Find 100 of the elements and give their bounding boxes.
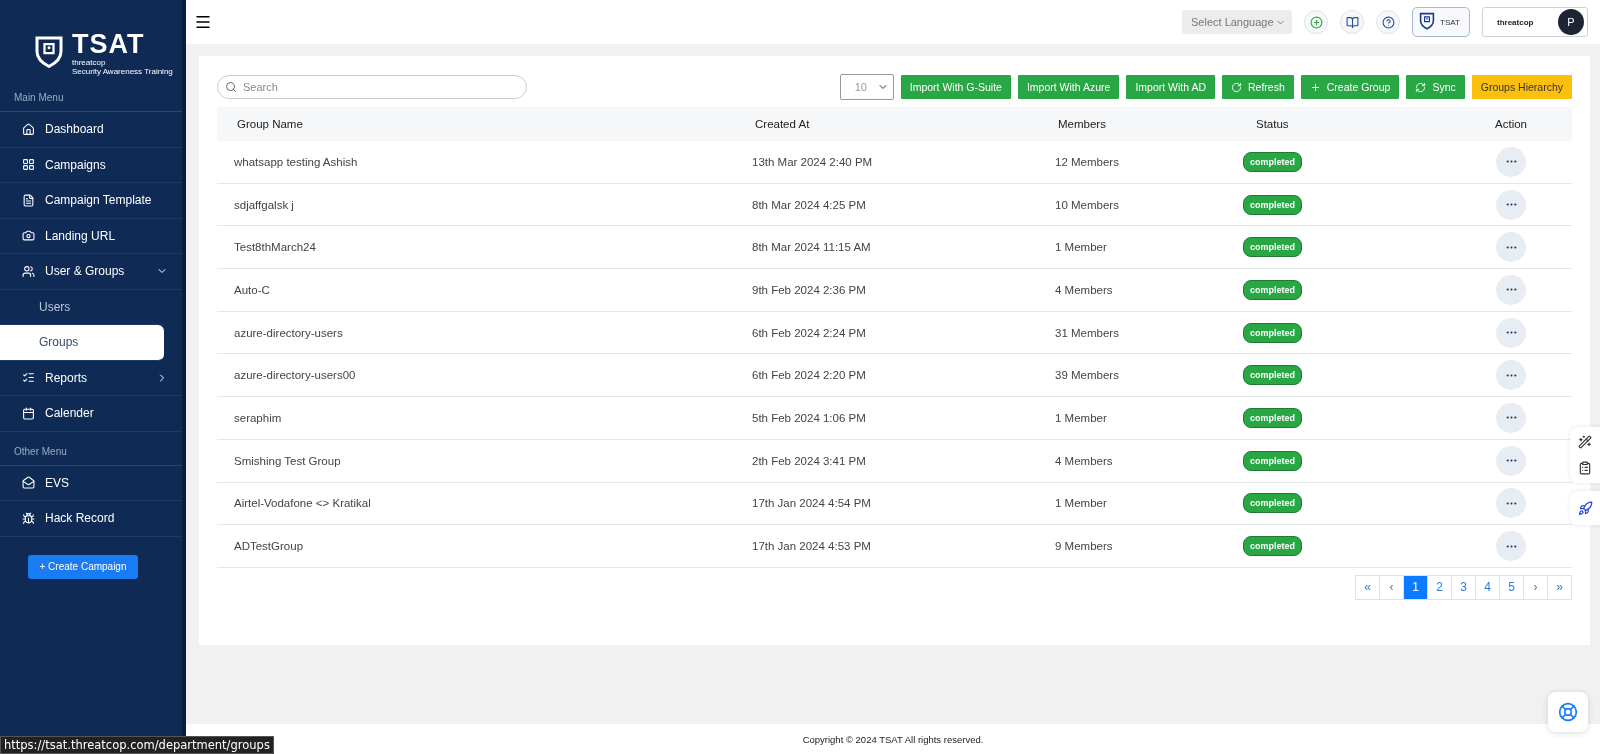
section-title: Main Menu [0,86,182,112]
table-cell: 13th Mar 2024 2:40 PM [735,141,1038,184]
table-cell: 39 Members [1038,354,1238,398]
menu-item[interactable]: Campaign Template [0,183,182,219]
toolbar-button[interactable]: Create Group [1300,75,1400,99]
table-cell: 8th Mar 2024 4:25 PM [735,183,1038,227]
create-campaign-button[interactable]: + Create Campaign [28,554,138,579]
column-header: Action [1450,107,1572,141]
more-button[interactable] [1496,146,1526,177]
book-icon [1345,15,1359,29]
table-cell: azure-directory-users00 [217,354,735,398]
table-cell: 2th Feb 2024 3:41 PM [735,439,1038,483]
status-badge: completed [1243,536,1302,557]
page-link[interactable]: 2 [1427,574,1452,600]
table-cell: ADTestGroup [217,525,735,568]
menu-item[interactable]: User & Groups [0,254,182,290]
brand-subtitle: threatcop [72,58,107,67]
table-cell: Auto-C [217,269,735,312]
table-cell: seraphim [217,397,735,440]
more-button[interactable] [1496,402,1526,433]
table-cell: Smishing Test Group [217,439,735,483]
menu-item[interactable]: Reports [0,360,182,396]
lifebuoy-icon [1558,702,1578,722]
product-card[interactable]: TSAT [1412,7,1470,37]
sync-icon [1415,81,1427,93]
table-cell: 9th Feb 2024 2:36 PM [735,269,1038,312]
rocket-icon [1577,500,1593,516]
table-cell: 8th Mar 2024 11:15 AM [735,226,1038,270]
page-size-select[interactable]: 10 [839,74,894,100]
table-cell: 12 Members [1038,141,1238,184]
help-icon [1381,15,1395,29]
column-header: Created At [735,107,1038,141]
table-cell: 6th Feb 2024 2:24 PM [735,311,1038,355]
language-select[interactable]: Select Language [1182,10,1292,34]
status-badge: completed [1243,493,1302,514]
status-badge: completed [1243,151,1302,172]
page-link[interactable]: » [1547,574,1572,600]
column-header: Group Name [217,107,735,141]
shield-logo-icon [34,34,64,68]
refresh-icon [1231,81,1242,93]
create-icon [1309,81,1321,93]
more-button[interactable] [1496,232,1526,263]
table-cell: 6th Feb 2024 2:20 PM [735,354,1038,398]
table-cell: 4 Members [1038,439,1238,483]
page-link[interactable]: 1 [1403,574,1428,600]
more-button[interactable] [1496,317,1526,348]
toolbar-button[interactable]: Refresh [1222,75,1294,99]
table-cell: 17th Jan 2024 4:54 PM [735,482,1038,526]
status-badge: completed [1243,365,1302,386]
page-link[interactable]: 5 [1499,574,1524,600]
table-cell: 9 Members [1038,525,1238,568]
table-cell: 1 Member [1038,226,1238,270]
submenu-item[interactable]: Groups [0,325,164,361]
add-button[interactable] [1304,10,1328,34]
table-cell: whatsapp testing Ashish [217,141,735,184]
table-cell: azure-directory-users [217,311,735,355]
toolbar-button[interactable]: Import With AD [1126,75,1215,99]
menu-item[interactable]: Landing URL [0,218,182,254]
more-button[interactable] [1496,445,1526,476]
toolbar-button[interactable]: Import With G-Suite [900,75,1011,99]
clipboard-icon[interactable] [1578,461,1592,475]
menu-item[interactable]: Calender [0,396,182,432]
menu-item[interactable]: EVS [0,465,182,501]
toolbar-button[interactable]: Import With Azure [1017,75,1120,99]
more-button[interactable] [1496,531,1526,562]
more-button[interactable] [1496,360,1526,391]
toolbar-button[interactable]: Sync [1406,75,1465,99]
toolbar-button[interactable]: Groups Hierarchy [1471,75,1572,99]
table-cell: 5th Feb 2024 1:06 PM [735,397,1038,440]
status-badge: completed [1243,450,1302,471]
support-button[interactable] [1548,692,1588,732]
status-badge: completed [1243,322,1302,343]
table-cell: 10 Members [1038,183,1238,227]
menu-item[interactable]: Hack Record [0,501,182,537]
page-link[interactable]: › [1523,574,1548,600]
page-link[interactable]: « [1355,574,1380,600]
search-field[interactable]: Search [217,75,527,99]
more-button[interactable] [1496,488,1526,519]
guide-button[interactable] [1340,10,1364,34]
help-button[interactable] [1376,10,1400,34]
table-cell: 1 Member [1038,482,1238,526]
brand-title: TSAT [72,30,146,58]
more-button[interactable] [1496,274,1526,305]
launch-button[interactable] [1570,491,1600,525]
menu-item[interactable]: Dashboard [0,112,182,148]
search-icon [225,81,237,93]
table-cell: sdjaffgalsk j [217,183,735,227]
page-link[interactable]: 4 [1475,574,1500,600]
plus-circle-icon [1309,15,1323,29]
page-link[interactable]: 3 [1451,574,1476,600]
wand-icon[interactable] [1578,435,1592,449]
page-link[interactable]: ‹ [1379,574,1404,600]
column-header: Status [1238,107,1450,141]
column-header: Members [1038,107,1238,141]
menu-item[interactable]: Campaigns [0,147,182,183]
more-button[interactable] [1496,189,1526,220]
table-cell: Test8thMarch24 [217,226,735,270]
account-card[interactable]: threatcop P [1482,7,1588,37]
shield-logo-icon [1419,12,1435,30]
status-badge: completed [1243,279,1302,300]
